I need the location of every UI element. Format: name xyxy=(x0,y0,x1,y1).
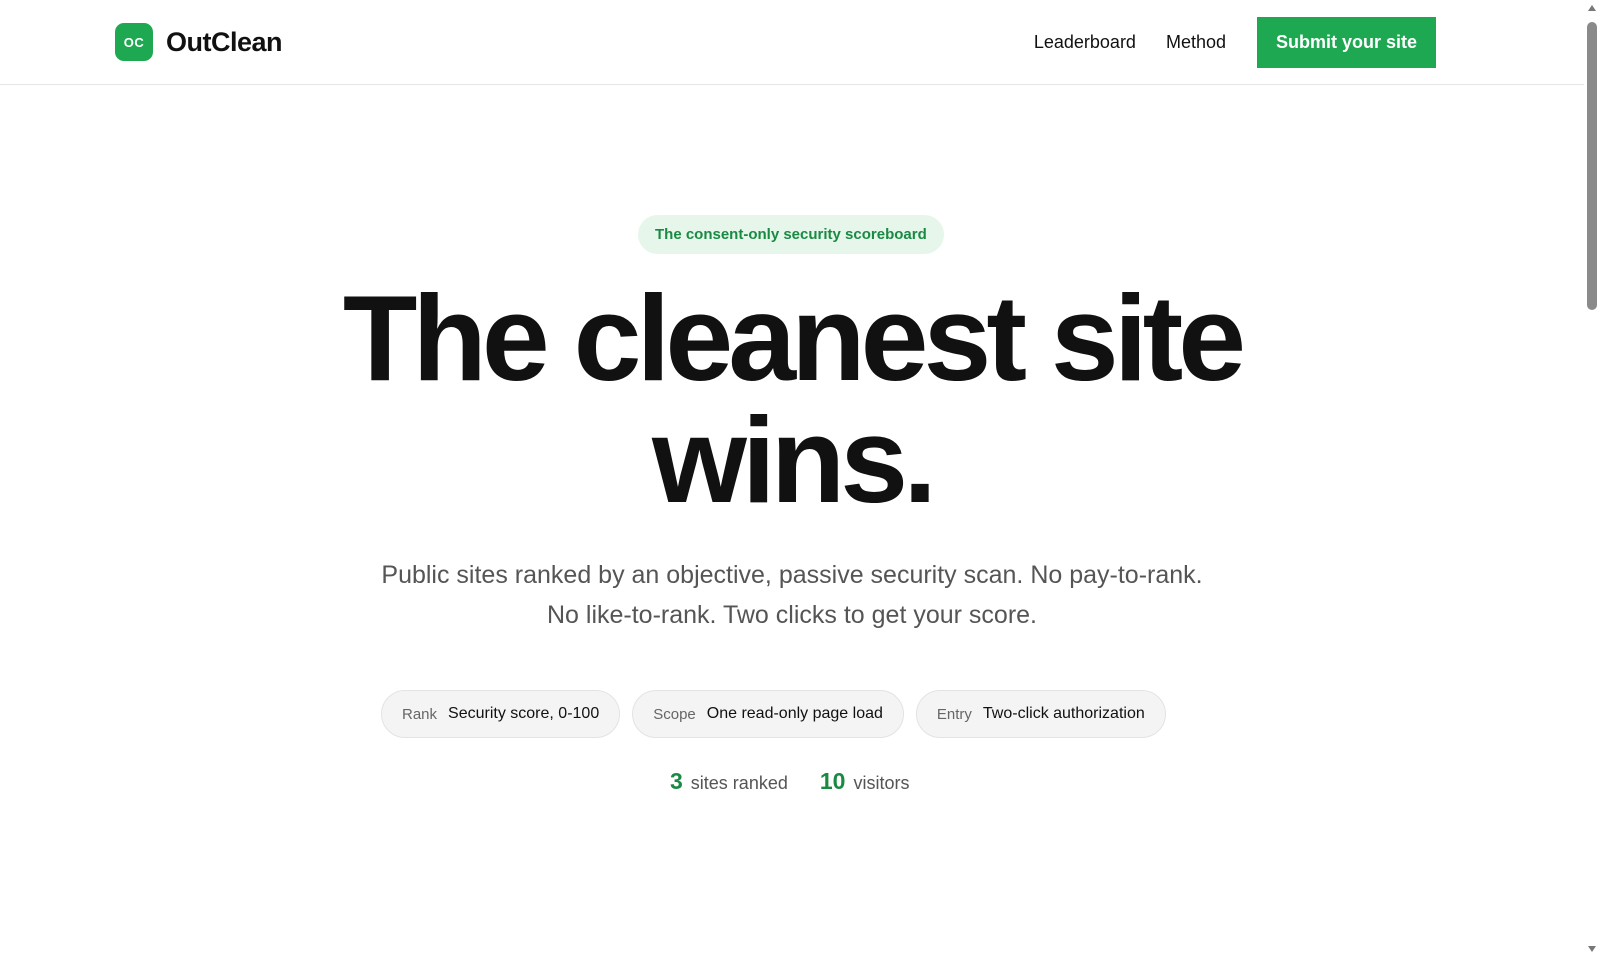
stat-sites-label: sites ranked xyxy=(690,773,788,793)
logo-link[interactable]: OC OutClean xyxy=(115,23,283,61)
pill-key: Entry xyxy=(936,705,972,723)
scroll-down-icon[interactable] xyxy=(1588,946,1596,952)
pill-scope: Scope One read-only page load xyxy=(632,690,904,738)
brand-name: OutClean xyxy=(166,26,283,57)
pill-entry: Entry Two-click authorization xyxy=(915,690,1166,738)
scroll-thumb[interactable] xyxy=(1587,22,1597,310)
scroll-up-icon[interactable] xyxy=(1588,5,1596,11)
nav-leaderboard-link[interactable]: Leaderboard xyxy=(1034,32,1136,53)
logo-mark-icon: OC xyxy=(115,23,153,61)
stat-visitors-number: 10 xyxy=(819,768,846,794)
nav-method-link[interactable]: Method xyxy=(1166,32,1226,53)
main-nav: Leaderboard Method Submit your site xyxy=(1034,17,1436,68)
site-header: OC OutClean Leaderboard Method Submit yo… xyxy=(0,0,1584,85)
eyebrow-badge: The consent-only security scoreboard xyxy=(638,215,944,254)
site-stats: 3 sites ranked 10 visitors xyxy=(670,768,909,795)
hero-headline: The cleanest site wins. xyxy=(342,270,1246,528)
hero-subhead: Public sites ranked by an objective, pas… xyxy=(381,561,1203,629)
page-scrollbar[interactable] xyxy=(1584,0,1600,957)
pill-value: Security score, 0-100 xyxy=(448,705,600,722)
pill-rank: Rank Security score, 0-100 xyxy=(381,690,621,738)
pill-value: One read-only page load xyxy=(706,705,883,722)
pill-value: Two-click authorization xyxy=(982,705,1145,722)
feature-pills: Rank Security score, 0-100 Scope One rea… xyxy=(381,690,1178,738)
pill-key: Scope xyxy=(653,705,696,723)
stat-sites-number: 3 xyxy=(670,768,683,794)
pill-key: Rank xyxy=(402,705,438,723)
submit-site-button[interactable]: Submit your site xyxy=(1257,17,1436,68)
stat-visitors-label: visitors xyxy=(853,773,910,793)
